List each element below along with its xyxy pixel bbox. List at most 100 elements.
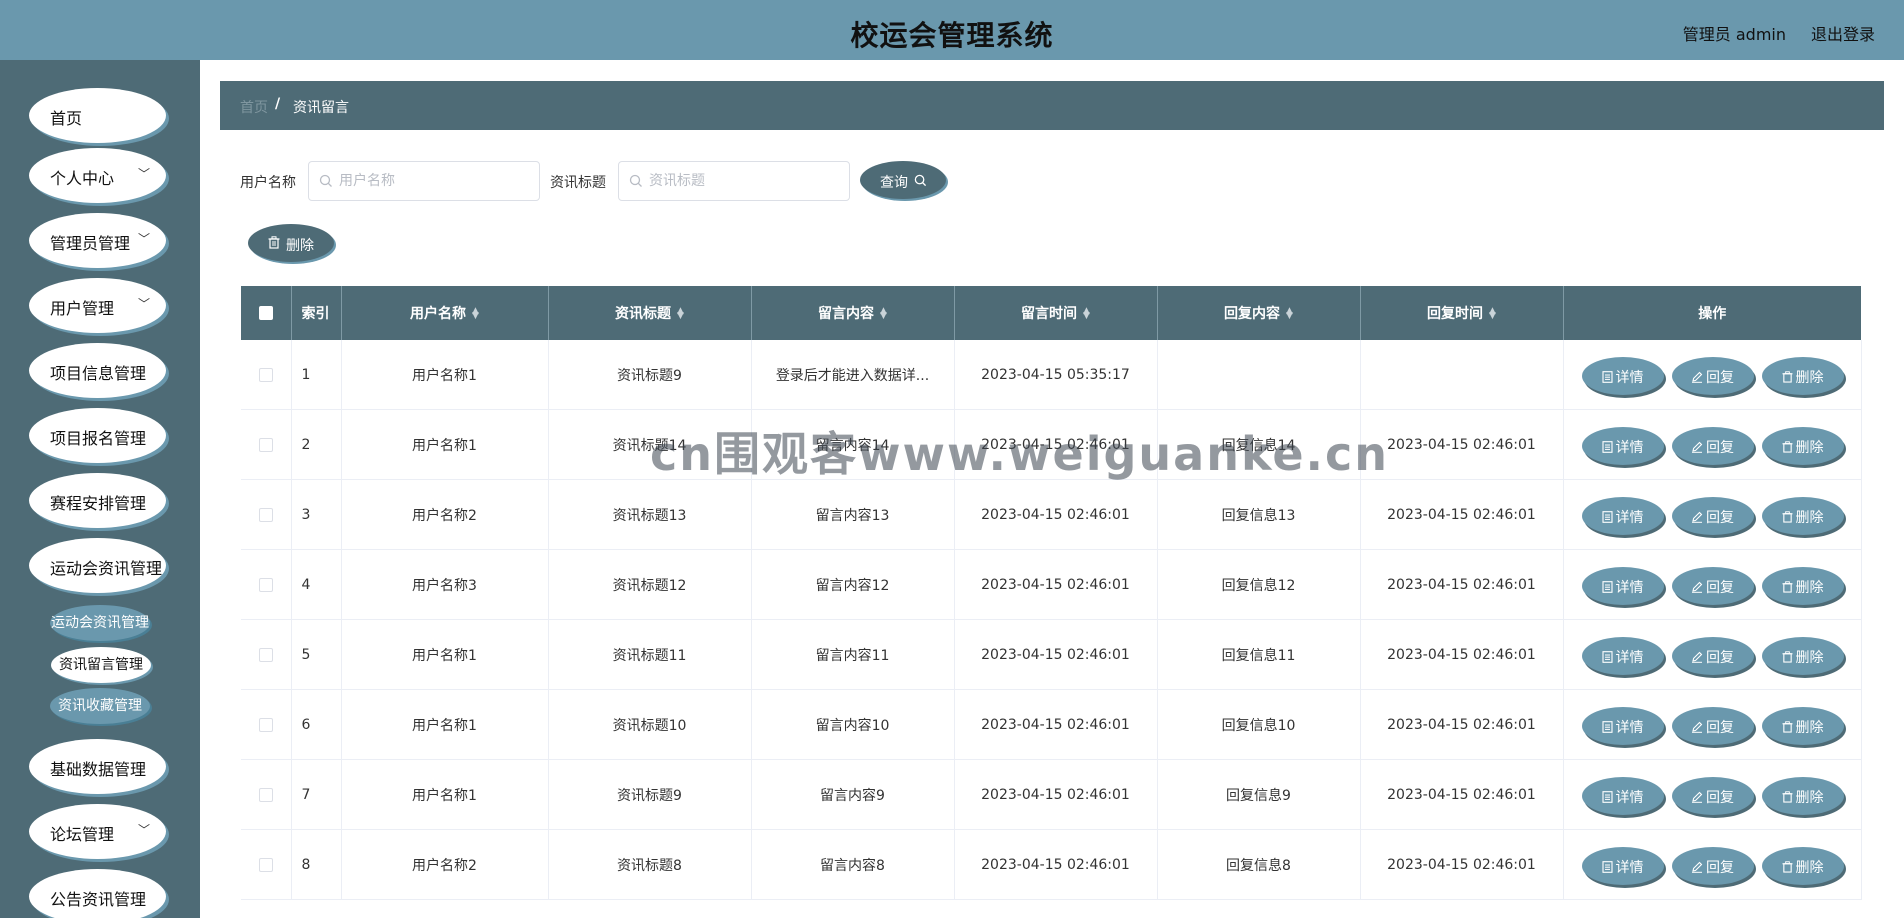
detail-button[interactable]: 详情 [1581, 567, 1664, 605]
trash-icon [1781, 441, 1793, 453]
delete-button[interactable]: 删除 [1761, 567, 1844, 605]
col-username[interactable]: 用户名称 ▲ ▼ [341, 286, 549, 340]
sidebar-item-personal-center[interactable]: 个人中心 ﹀ [29, 148, 166, 203]
news-title-label: 资讯标题 [550, 175, 606, 191]
logout-link[interactable]: 退出登录 [1811, 21, 1875, 45]
edit-icon [1692, 581, 1703, 593]
sort-icon[interactable]: ▲ ▼ [1286, 307, 1293, 321]
sidebar-item-forum[interactable]: 论坛管理 ﹀ [29, 804, 166, 859]
cell-news-title: 资讯标题9 [548, 759, 752, 830]
batch-delete-button[interactable]: 删除 [248, 224, 334, 262]
reply-button[interactable]: 回复 [1671, 497, 1754, 535]
sidebar-item-admin-management[interactable]: 管理员管理 ﹀ [29, 213, 166, 268]
delete-button[interactable]: 删除 [1761, 427, 1844, 465]
row-select-cell[interactable] [241, 829, 292, 900]
row-checkbox[interactable] [258, 367, 273, 382]
sort-icon[interactable]: ▲ ▼ [1083, 307, 1090, 321]
sort-icon[interactable]: ▲ ▼ [880, 307, 887, 321]
cell-actions: 详情 回复 删除 [1563, 549, 1862, 620]
sort-icon[interactable]: ▲ ▼ [1489, 307, 1496, 321]
detail-button[interactable]: 详情 [1581, 497, 1664, 535]
select-all-checkbox[interactable] [258, 306, 273, 320]
row-select-cell[interactable] [241, 689, 292, 760]
delete-button[interactable]: 删除 [1761, 847, 1844, 885]
sidebar-item-games-news[interactable]: 运动会资讯管理 [29, 538, 166, 593]
sort-icon[interactable]: ▲ ▼ [472, 307, 479, 321]
delete-button[interactable]: 删除 [1761, 357, 1844, 395]
delete-button[interactable]: 删除 [1761, 637, 1844, 675]
sidebar-item-project-signup[interactable]: 项目报名管理 [29, 408, 166, 463]
detail-button[interactable]: 详情 [1581, 637, 1664, 675]
col-comment-time[interactable]: 留言时间 ▲ ▼ [954, 286, 1158, 340]
sidebar-item-label: 基础数据管理 [50, 760, 147, 779]
table-row: 7 用户名称1 资讯标题9 留言内容9 2023-04-15 02:46:01 回复信息9… [241, 759, 1862, 830]
subitem-games-news-management[interactable]: 运动会资讯管理 [50, 605, 150, 641]
reply-button[interactable]: 回复 [1671, 637, 1754, 675]
username-search-input[interactable] [339, 170, 529, 192]
sidebar-item-announcements[interactable]: 公告资讯管理 [29, 869, 166, 918]
sidebar-item-schedule[interactable]: 赛程安排管理 [29, 473, 166, 528]
reply-label: 回复 [1706, 440, 1734, 456]
select-all-header[interactable] [241, 286, 292, 340]
reply-button[interactable]: 回复 [1671, 777, 1754, 815]
sidebar-item-user-management[interactable]: 用户管理 ﹀ [29, 278, 166, 333]
trash-icon [1781, 721, 1793, 733]
row-checkbox[interactable] [258, 787, 273, 802]
sidebar-item-project-info[interactable]: 项目信息管理 [29, 343, 166, 398]
reply-button[interactable]: 回复 [1671, 567, 1754, 605]
row-select-cell[interactable] [241, 759, 292, 830]
row-checkbox[interactable] [258, 647, 273, 662]
cell-username: 用户名称2 [341, 829, 549, 900]
detail-button[interactable]: 详情 [1581, 777, 1664, 815]
row-select-cell[interactable] [241, 340, 292, 410]
row-select-cell[interactable] [241, 479, 292, 550]
subitem-news-comments[interactable]: 资讯留言管理 [51, 647, 151, 683]
reply-button[interactable]: 回复 [1671, 357, 1754, 395]
detail-button[interactable]: 详情 [1581, 427, 1664, 465]
detail-button[interactable]: 详情 [1581, 707, 1664, 745]
row-checkbox[interactable] [258, 577, 273, 592]
cell-comment-content: 留言内容9 [751, 759, 955, 830]
row-checkbox[interactable] [258, 507, 273, 522]
col-reply-time[interactable]: 回复时间 ▲ ▼ [1360, 286, 1564, 340]
delete-button[interactable]: 删除 [1761, 777, 1844, 815]
chevron-down-icon: ﹀ [137, 232, 150, 246]
reply-button[interactable]: 回复 [1671, 427, 1754, 465]
reply-button[interactable]: 回复 [1671, 707, 1754, 745]
reply-button[interactable]: 回复 [1671, 847, 1754, 885]
news-title-search-field[interactable] [618, 161, 850, 201]
sidebar-item-home[interactable]: 首页 [29, 88, 166, 143]
row-checkbox[interactable] [258, 717, 273, 732]
delete-button[interactable]: 删除 [1761, 497, 1844, 535]
reply-label: 回复 [1706, 510, 1734, 526]
sort-icon[interactable]: ▲ ▼ [677, 307, 684, 321]
cell-index: 2 [291, 409, 342, 480]
detail-button[interactable]: 详情 [1581, 357, 1664, 395]
chevron-down-icon: ﹀ [137, 167, 150, 181]
edit-icon [1692, 511, 1703, 523]
edit-icon [1692, 441, 1703, 453]
breadcrumb-home[interactable]: 首页 [240, 97, 268, 117]
document-icon [1601, 721, 1613, 733]
row-checkbox[interactable] [258, 437, 273, 452]
comments-table: 索引 用户名称 ▲ ▼ 资讯标题 ▲ ▼ 留言内容 ▲ ▼ 留言时间 ▲ ▼ 回复内容 ▲ ▼ 回复… [241, 286, 1862, 900]
query-button[interactable]: 查询 [860, 161, 946, 199]
col-comment-content[interactable]: 留言内容 ▲ ▼ [751, 286, 955, 340]
row-select-cell[interactable] [241, 549, 292, 620]
cell-comment-time: 2023-04-15 02:46:01 [954, 409, 1158, 480]
news-title-search-input[interactable] [649, 170, 839, 192]
col-news-title[interactable]: 资讯标题 ▲ ▼ [548, 286, 752, 340]
cell-comment-time: 2023-04-15 02:46:01 [954, 829, 1158, 900]
subitem-news-favorites[interactable]: 资讯收藏管理 [50, 688, 150, 724]
username-search-field[interactable] [308, 161, 540, 201]
row-checkbox[interactable] [258, 857, 273, 872]
row-select-cell[interactable] [241, 409, 292, 480]
cell-actions: 详情 回复 删除 [1563, 689, 1862, 760]
delete-button[interactable]: 删除 [1761, 707, 1844, 745]
row-select-cell[interactable] [241, 619, 292, 690]
trash-icon [1781, 371, 1793, 383]
detail-button[interactable]: 详情 [1581, 847, 1664, 885]
table-row: 5 用户名称1 资讯标题11 留言内容11 2023-04-15 02:46:01 回复信… [241, 619, 1862, 690]
col-reply-content[interactable]: 回复内容 ▲ ▼ [1157, 286, 1361, 340]
sidebar-item-basic-data[interactable]: 基础数据管理 [29, 739, 166, 794]
